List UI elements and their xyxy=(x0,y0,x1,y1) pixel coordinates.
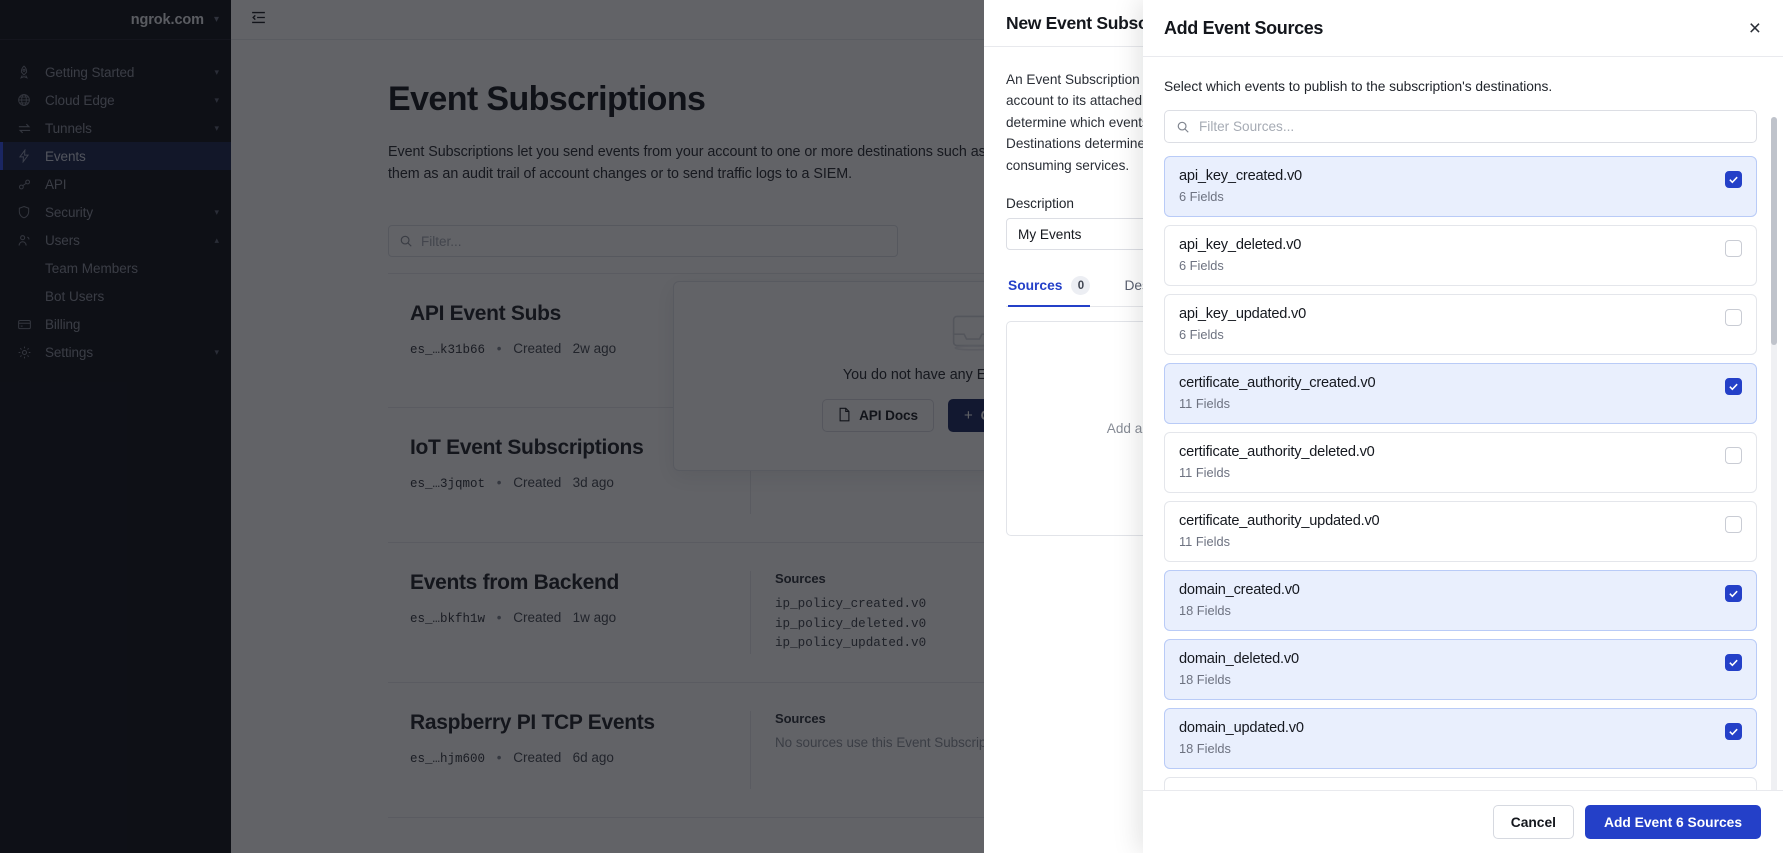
tab-sources[interactable]: Sources 0 xyxy=(1008,276,1091,308)
source-option-text: api_key_created.v0 6 Fields xyxy=(1179,168,1302,204)
description-value: My Events xyxy=(1018,226,1082,242)
source-checkbox[interactable] xyxy=(1725,654,1742,671)
source-option[interactable]: api_key_deleted.v0 6 Fields xyxy=(1164,225,1757,286)
source-checkbox[interactable] xyxy=(1725,585,1742,602)
source-option-fields: 6 Fields xyxy=(1179,189,1224,204)
source-option-name: domain_created.v0 xyxy=(1179,582,1300,598)
source-option-text: api_key_updated.v0 6 Fields xyxy=(1179,306,1306,342)
filter-sources-input[interactable]: Filter Sources... xyxy=(1164,110,1757,143)
source-option-text: certificate_authority_deleted.v0 11 Fiel… xyxy=(1179,444,1375,480)
source-option-fields: 6 Fields xyxy=(1179,327,1224,342)
source-option-name: domain_deleted.v0 xyxy=(1179,651,1299,667)
cancel-button[interactable]: Cancel xyxy=(1492,805,1574,839)
source-option[interactable]: certificate_authority_deleted.v0 11 Fiel… xyxy=(1164,432,1757,493)
add-event-sources-modal: Add Event Sources × Select which events … xyxy=(1143,0,1783,853)
source-option-fields: 18 Fields xyxy=(1179,672,1231,687)
source-option-text: domain_deleted.v0 18 Fields xyxy=(1179,651,1299,687)
source-option-name: certificate_authority_deleted.v0 xyxy=(1179,444,1375,460)
scrollbar-thumb[interactable] xyxy=(1771,117,1777,345)
source-option-name: certificate_authority_created.v0 xyxy=(1179,375,1376,391)
source-option-fields: 18 Fields xyxy=(1179,603,1231,618)
source-option[interactable]: api_key_created.v0 6 Fields xyxy=(1164,156,1757,217)
modal-subtitle: Select which events to publish to the su… xyxy=(1164,79,1553,94)
source-option-fields: 11 Fields xyxy=(1179,534,1230,549)
source-option[interactable]: domain_updated.v0 18 Fields xyxy=(1164,708,1757,769)
source-option[interactable]: domain_created.v0 18 Fields xyxy=(1164,570,1757,631)
source-option-text: event_destination_created.v0 18 Fields xyxy=(1179,789,1364,790)
source-option-text: certificate_authority_created.v0 11 Fiel… xyxy=(1179,375,1376,411)
tab-label: Sources xyxy=(1008,278,1063,294)
source-option-text: api_key_deleted.v0 6 Fields xyxy=(1179,237,1301,273)
source-option-name: api_key_deleted.v0 xyxy=(1179,237,1302,253)
source-option[interactable]: api_key_updated.v0 6 Fields xyxy=(1164,294,1757,355)
add-event-sources-button[interactable]: Add Event 6 Sources xyxy=(1584,805,1761,839)
close-icon[interactable]: × xyxy=(1749,18,1761,39)
source-option[interactable]: certificate_authority_created.v0 11 Fiel… xyxy=(1164,363,1757,424)
modal-title: Add Event Sources xyxy=(1164,17,1324,38)
source-option-fields: 11 Fields xyxy=(1179,465,1230,480)
source-option-name: certificate_authority_updated.v0 xyxy=(1179,513,1380,529)
source-checkbox[interactable] xyxy=(1725,516,1742,533)
source-option-text: domain_updated.v0 18 Fields xyxy=(1179,720,1304,756)
source-option-name: api_key_created.v0 xyxy=(1179,168,1302,184)
source-option-name: domain_updated.v0 xyxy=(1179,720,1304,736)
source-checkbox[interactable] xyxy=(1725,171,1742,188)
modal-footer: Cancel Add Event 6 Sources xyxy=(1143,790,1783,853)
source-option-fields: 6 Fields xyxy=(1179,258,1224,273)
modal-header: Add Event Sources × xyxy=(1143,0,1783,57)
source-option-fields: 18 Fields xyxy=(1179,741,1231,756)
app-root: ngrok.com ▾ Getting Started ▾ xyxy=(0,0,1783,853)
modal-scroll-area: Select which events to publish to the su… xyxy=(1143,57,1783,790)
source-checkbox[interactable] xyxy=(1725,447,1742,464)
filter-sources-placeholder: Filter Sources... xyxy=(1199,119,1295,134)
search-icon xyxy=(1176,120,1190,134)
source-option-fields: 11 Fields xyxy=(1179,396,1230,411)
source-option-text: certificate_authority_updated.v0 11 Fiel… xyxy=(1179,513,1380,549)
source-option-name: event_destination_created.v0 xyxy=(1179,789,1364,790)
source-checkbox[interactable] xyxy=(1725,723,1742,740)
tab-badge: 0 xyxy=(1071,276,1091,296)
source-checkbox[interactable] xyxy=(1725,240,1742,257)
source-option[interactable]: domain_deleted.v0 18 Fields xyxy=(1164,639,1757,700)
modal-scrollbar[interactable] xyxy=(1771,117,1777,790)
source-option-name: api_key_updated.v0 xyxy=(1179,306,1307,322)
source-option-text: domain_created.v0 18 Fields xyxy=(1179,582,1300,618)
source-option[interactable]: event_destination_created.v0 18 Fields xyxy=(1164,777,1757,790)
source-checkbox[interactable] xyxy=(1725,378,1742,395)
source-option[interactable]: certificate_authority_updated.v0 11 Fiel… xyxy=(1164,501,1757,562)
source-checkbox[interactable] xyxy=(1725,309,1742,326)
